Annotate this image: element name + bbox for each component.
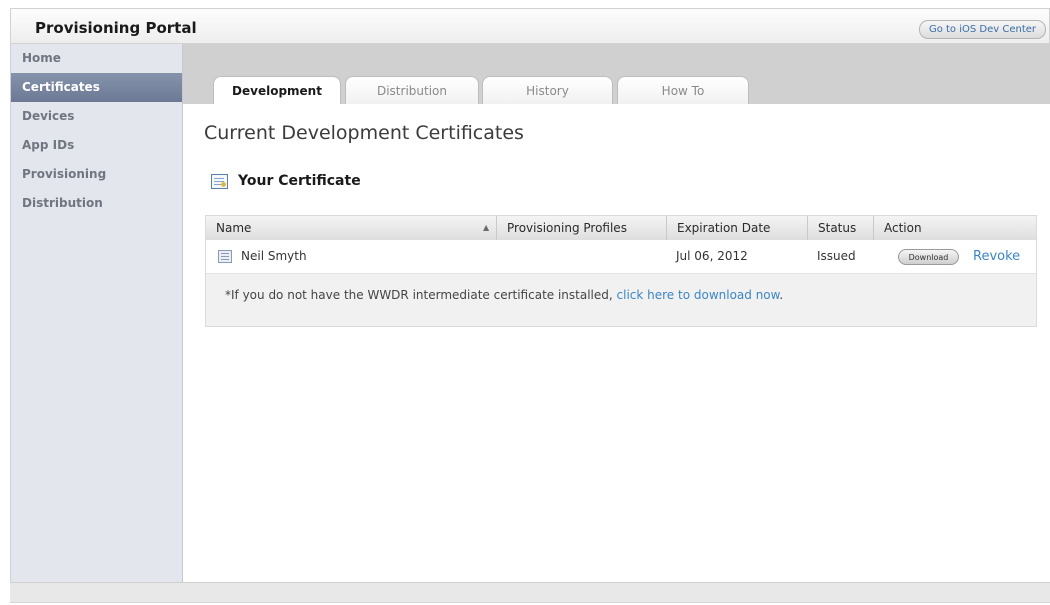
section-heading-label: Your Certificate <box>238 173 361 189</box>
page-title: Current Development Certificates <box>204 122 524 144</box>
sidebar-item-provisioning[interactable]: Provisioning <box>11 160 182 189</box>
certificate-section-heading: Your Certificate <box>211 171 361 191</box>
wwdr-note-suffix: . <box>779 288 784 302</box>
column-header-action: Action <box>873 216 1036 240</box>
sidebar-item-distribution[interactable]: Distribution <box>11 189 182 218</box>
provisioning-portal: Provisioning Portal Go to iOS Dev Center… <box>10 8 1050 605</box>
table-row: Neil Smyth Jul 06, 2012 Issued Download … <box>206 240 1036 274</box>
table-header: Name ▲ Provisioning Profiles Expiration … <box>206 216 1036 241</box>
portal-title: Provisioning Portal <box>35 19 197 37</box>
tab-development[interactable]: Development <box>213 76 341 104</box>
ios-dev-center-button[interactable]: Go to iOS Dev Center <box>918 20 1046 39</box>
row-status: Issued <box>817 249 856 263</box>
wwdr-note-text: *If you do not have the WWDR intermediat… <box>225 288 617 302</box>
sidebar-item-certificates[interactable]: Certificates <box>11 73 182 102</box>
column-header-name[interactable]: Name <box>206 216 496 240</box>
certificate-file-icon <box>218 250 232 263</box>
sidebar-item-devices[interactable]: Devices <box>11 102 182 131</box>
sidebar-item-home[interactable]: Home <box>11 44 182 73</box>
main-content: Development Distribution History How To … <box>183 44 1050 582</box>
sidebar-item-app-ids[interactable]: App IDs <box>11 131 182 160</box>
column-header-status[interactable]: Status <box>807 216 873 240</box>
column-header-expiration-date[interactable]: Expiration Date <box>666 216 807 240</box>
download-button[interactable]: Download <box>898 249 959 265</box>
sidebar: Home Certificates Devices App IDs Provis… <box>10 44 183 582</box>
row-name: Neil Smyth <box>241 249 307 263</box>
portal-header: Provisioning Portal Go to iOS Dev Center <box>10 8 1050 44</box>
revoke-link[interactable]: Revoke <box>973 240 1020 273</box>
wwdr-download-link[interactable]: click here to download now <box>617 288 780 302</box>
wwdr-note: *If you do not have the WWDR intermediat… <box>225 288 783 302</box>
certificates-table: Name ▲ Provisioning Profiles Expiration … <box>205 215 1037 327</box>
sort-ascending-icon[interactable]: ▲ <box>483 216 489 240</box>
tab-history[interactable]: History <box>482 76 613 104</box>
portal-footer <box>10 582 1050 603</box>
tab-distribution[interactable]: Distribution <box>345 76 479 104</box>
tab-bar: Development Distribution History How To <box>183 44 1050 104</box>
column-header-provisioning-profiles[interactable]: Provisioning Profiles <box>496 216 666 240</box>
tab-how-to[interactable]: How To <box>617 76 749 104</box>
column-header-name-label: Name <box>216 221 252 235</box>
certificate-icon <box>211 173 228 189</box>
row-expiration-date: Jul 06, 2012 <box>676 249 748 263</box>
